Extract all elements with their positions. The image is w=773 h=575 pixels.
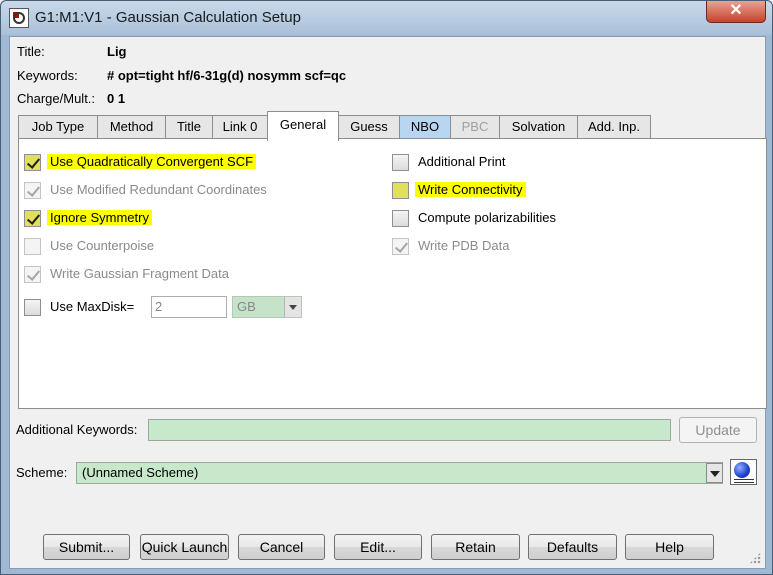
checkbox-box [24,238,41,255]
maxdisk-unit-select[interactable]: GB [232,296,302,318]
maxdisk-value-input[interactable]: 2 [151,296,227,318]
checkbox-box[interactable] [392,154,409,171]
tab-job-type[interactable]: Job Type [18,115,98,139]
submit-button[interactable]: Submit... [43,534,130,560]
retain-button[interactable]: Retain [431,534,520,560]
checkbox-label: Use MaxDisk= [50,299,135,314]
dialog-client: Title: Lig Keywords: # opt=tight hf/6-31… [9,36,767,569]
title-value: Lig [107,44,127,59]
window-title: G1:M1:V1 - Gaussian Calculation Setup [35,9,301,26]
quick-launch-button[interactable]: Quick Launch [140,534,229,560]
additional-keywords-label: Additional Keywords: [16,422,138,437]
keywords-value: # opt=tight hf/6-31g(d) nosymm scf=qc [107,68,347,83]
scheme-select[interactable]: (Unnamed Scheme) [76,462,723,484]
checkbox-box[interactable] [392,182,409,199]
cancel-button[interactable]: Cancel [238,534,325,560]
checkbox-label: Use Quadratically Convergent SCF [47,154,257,169]
resize-grip-icon[interactable] [749,552,761,564]
scheme-ball-icon [734,462,750,478]
tab-general[interactable]: General [267,111,339,141]
checkbox-label: Write PDB Data [418,238,510,253]
general-tab-panel: Use Quadratically Convergent SCF Use Mod… [18,138,767,409]
update-button: Update [679,417,757,443]
close-button[interactable]: ✕ [706,1,766,23]
checkbox-box [392,238,409,255]
additional-keywords-input[interactable] [148,419,671,441]
checkbox-label: Write Gaussian Fragment Data [50,266,229,281]
checkbox-label: Ignore Symmetry [47,210,152,225]
title-bar[interactable]: G1:M1:V1 - Gaussian Calculation Setup ✕ [1,1,772,35]
scheme-value: (Unnamed Scheme) [82,465,199,480]
tab-guess[interactable]: Guess [338,115,400,139]
checkbox-box [24,182,41,199]
tab-title[interactable]: Title [165,115,213,139]
dialog-window: G1:M1:V1 - Gaussian Calculation Setup ✕ … [0,0,773,575]
tab-link-0[interactable]: Link 0 [212,115,268,139]
tab-nbo[interactable]: NBO [399,115,451,139]
checkbox-box[interactable] [24,299,41,316]
checkbox-label: Use Counterpoise [50,238,155,253]
charge-mult-label: Charge/Mult.: [17,91,96,106]
chevron-down-icon[interactable] [706,463,723,483]
tab-add-inp[interactable]: Add. Inp. [577,115,651,139]
scheme-lines-icon [734,479,754,483]
checkbox-label: Additional Print [418,154,506,169]
checkbox-label: Use Modified Redundant Coordinates [50,182,267,197]
checkbox-label: Compute polarizabilities [418,210,557,225]
gaussview-app-icon[interactable] [9,8,29,28]
tab-method[interactable]: Method [97,115,166,139]
edit-button[interactable]: Edit... [334,534,422,560]
tab-pbc: PBC [450,115,500,139]
keywords-label: Keywords: [17,68,78,83]
checkbox-box [24,266,41,283]
charge-mult-value: 0 1 [107,91,126,106]
tab-solvation[interactable]: Solvation [499,115,578,139]
checkbox-label: Write Connectivity [415,182,526,197]
chevron-down-icon[interactable] [284,297,301,317]
checkbox-box[interactable] [24,210,41,227]
scheme-label: Scheme: [16,465,68,480]
defaults-button[interactable]: Defaults [528,534,617,560]
maxdisk-unit-value: GB [237,299,256,314]
checkbox-box[interactable] [392,210,409,227]
help-button[interactable]: Help [625,534,714,560]
checkbox-box[interactable] [24,154,41,171]
scheme-manager-icon[interactable] [730,459,757,485]
title-label: Title: [17,44,45,59]
